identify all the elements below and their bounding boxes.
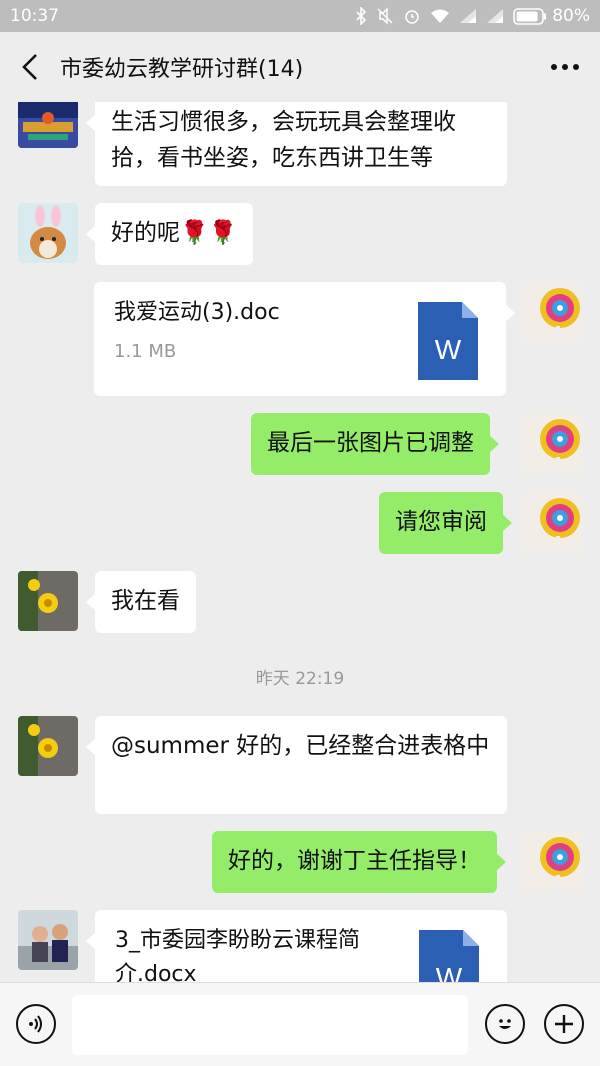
chat-timestamp: 昨天 22:19 (255, 669, 345, 689)
message-text-5: 请您审阅 (395, 509, 487, 535)
chat-area[interactable]: 生活习惯很多，会玩玩具会整理收拾，看书坐姿，吃东西讲卫生等 好的呢🌹🌹 我爱运动… (0, 102, 600, 982)
message-bubble-7[interactable]: @summer 好的，已经整合进表格中 (86, 716, 507, 814)
word-doc-letter: W (435, 962, 463, 982)
avatar-flower[interactable] (18, 571, 78, 631)
message-bubble-5[interactable]: 请您审阅 (379, 492, 512, 554)
avatar-kids-photo[interactable] (18, 910, 78, 970)
message-text-1: 生活习惯很多，会玩玩具会整理收拾，看书坐姿，吃东西讲卫生等 (111, 109, 456, 171)
back-arrow-icon (22, 54, 37, 80)
avatar-corgi[interactable] (18, 203, 78, 263)
file-message-2[interactable]: 3_市委园李盼盼云课程简介.docx W (86, 910, 507, 982)
smiley-icon (499, 1019, 511, 1029)
more-functions-button[interactable] (544, 1004, 584, 1044)
avatar-city-lights[interactable] (18, 102, 78, 148)
more-options-button[interactable] (530, 32, 600, 102)
avatar-lollipop-self[interactable] (522, 831, 582, 891)
message-input[interactable] (72, 995, 468, 1055)
battery-percent: 80% (552, 6, 590, 26)
chat-title: 市委幼云教学研讨群(14) (60, 57, 304, 82)
status-bar: 10:37 80% (0, 0, 600, 32)
message-bubble-4[interactable]: 最后一张图片已调整 (251, 413, 499, 475)
voice-icon (29, 1015, 42, 1033)
message-text-8: 好的，谢谢丁主任指导！ (228, 848, 481, 874)
avatar-lollipop-self[interactable] (522, 492, 582, 552)
signal-icon-1 (459, 8, 477, 24)
chat-header: 市委幼云教学研讨群(14) (0, 32, 600, 102)
message-text-4: 最后一张图片已调整 (267, 430, 474, 456)
word-doc-icon: W (418, 302, 478, 380)
message-bubble-6[interactable]: 我在看 (86, 571, 196, 633)
word-doc-icon: W (419, 930, 479, 982)
input-bar (0, 982, 600, 1066)
avatar-lollipop-self[interactable] (522, 282, 582, 342)
avatar-lollipop-self[interactable] (522, 413, 582, 473)
alarm-icon (403, 7, 421, 25)
word-doc-letter: W (434, 334, 462, 365)
message-text-2: 好的呢🌹🌹 (111, 220, 238, 246)
file-name-2: 3_市委园李盼盼云课程简介.docx (115, 928, 360, 982)
signal-icon-2 (486, 8, 504, 24)
message-text-7: @summer 好的，已经整合进表格中 (111, 733, 490, 759)
message-bubble-2[interactable]: 好的呢🌹🌹 (85, 203, 254, 265)
file-message-1[interactable]: 我爱运动(3).doc 1.1 MB W (94, 282, 515, 396)
battery-indicator: 80% (513, 6, 590, 26)
bluetooth-icon (355, 7, 367, 25)
status-time: 10:37 (10, 6, 59, 26)
message-bubble-8[interactable]: 好的，谢谢丁主任指导！ (212, 831, 506, 893)
more-icon (551, 64, 579, 70)
message-bubble-1[interactable]: 生活习惯很多，会玩玩具会整理收拾，看书坐姿，吃东西讲卫生等 (86, 102, 507, 186)
emoji-button[interactable] (485, 1004, 525, 1044)
avatar-flower[interactable] (18, 716, 78, 776)
battery-icon (513, 7, 547, 25)
message-text-6: 我在看 (111, 588, 180, 614)
voice-button[interactable] (16, 1004, 56, 1044)
back-button[interactable] (0, 32, 60, 102)
plus-icon (555, 1015, 573, 1033)
wifi-icon (430, 8, 450, 24)
mute-icon (376, 7, 394, 25)
